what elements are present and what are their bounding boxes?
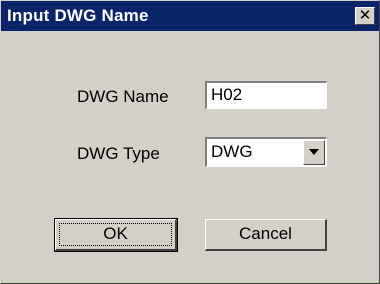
dwg-type-label: DWG Type bbox=[77, 144, 160, 163]
cancel-button[interactable]: Cancel bbox=[205, 219, 327, 251]
cancel-button-label: Cancel bbox=[239, 224, 292, 243]
ok-button[interactable]: OK bbox=[54, 218, 178, 252]
input-dwg-name-dialog: Input DWG Name ✕ DWG Name H02 DWG Type D… bbox=[0, 0, 380, 284]
dwg-name-input[interactable]: H02 bbox=[205, 81, 327, 109]
close-button[interactable]: ✕ bbox=[355, 7, 375, 25]
dwg-type-dropdown-button[interactable] bbox=[303, 140, 325, 165]
dwg-type-select[interactable]: DWG bbox=[205, 137, 327, 167]
dialog-title: Input DWG Name bbox=[7, 6, 149, 25]
chevron-down-icon bbox=[309, 149, 319, 155]
focus-rect bbox=[59, 223, 172, 246]
dwg-name-label: DWG Name bbox=[77, 87, 169, 106]
titlebar[interactable]: Input DWG Name ✕ bbox=[1, 1, 379, 31]
dwg-type-value: DWG bbox=[211, 142, 253, 161]
close-icon: ✕ bbox=[358, 7, 372, 24]
